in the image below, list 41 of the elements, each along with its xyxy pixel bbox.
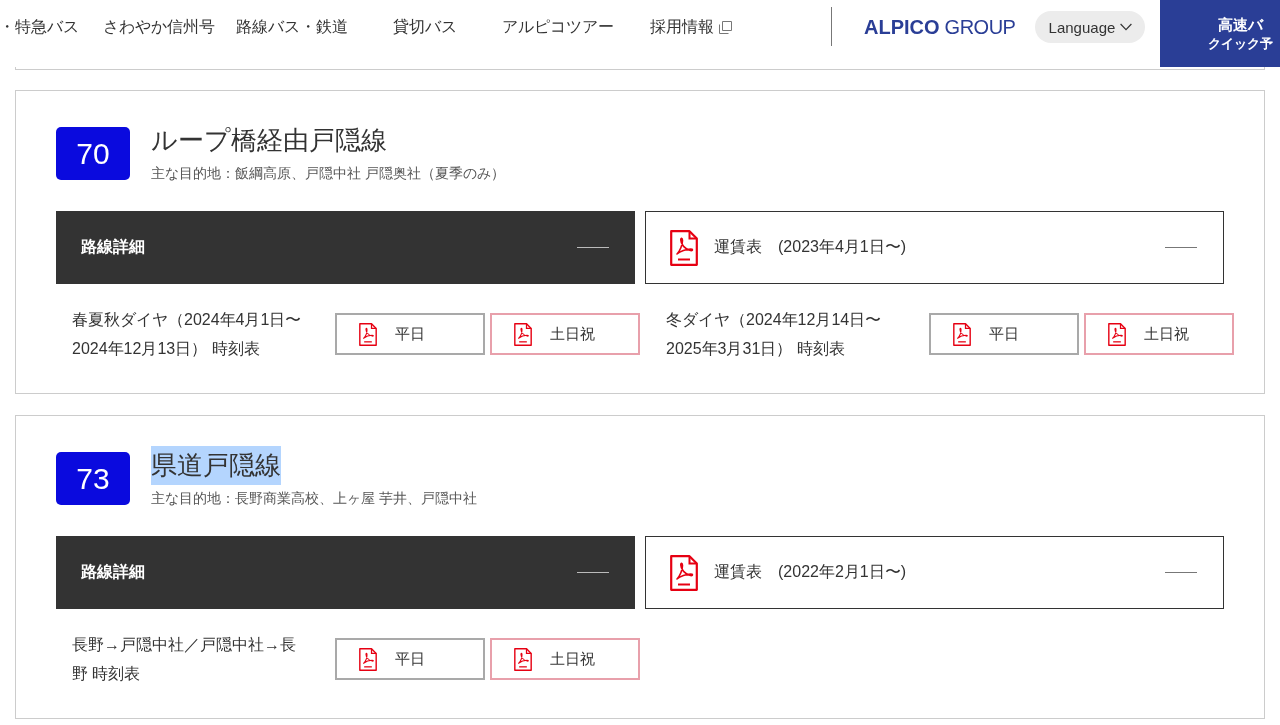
- document-icon: [514, 647, 532, 671]
- minus-icon: [577, 572, 609, 573]
- accordion-toggle[interactable]: 路線詳細: [56, 536, 635, 609]
- document-icon: [670, 554, 698, 591]
- document-icon: [953, 322, 971, 346]
- timetable-button[interactable]: 平日: [335, 313, 485, 355]
- nav-link[interactable]: さわやか信州号: [92, 17, 225, 37]
- minus-icon: [1165, 247, 1197, 248]
- minus-icon: [577, 247, 609, 248]
- nav-link[interactable]: ・特急バス: [0, 17, 92, 37]
- timetable-label: 長野→戸隠中社／戸隠中社→長野 時刻表: [71, 635, 297, 684]
- destinations-text: 主な目的地：長野商業高校、上ヶ屋 芋井、戸隠中社: [151, 489, 477, 508]
- timetable-label: 春夏秋ダイヤ（2024年4月1日〜2024年12月13日） 時刻表: [71, 310, 303, 359]
- document-icon: [670, 229, 698, 266]
- timetable-button[interactable]: 土日祝: [490, 638, 640, 680]
- document-icon: [359, 322, 377, 346]
- nav-link[interactable]: 路線バス・鉄道: [225, 17, 358, 37]
- destinations-text: 主な目的地：飯綱高原、戸隠中社 戸隠奥社（夏季のみ）: [151, 164, 505, 183]
- route-title: 県道戸隠線: [151, 446, 281, 485]
- nav-link[interactable]: アルピコツアー: [491, 17, 624, 37]
- route-number-badge: 73: [56, 452, 130, 505]
- timetable-button[interactable]: 平日: [335, 638, 485, 680]
- timetable-label: 冬ダイヤ（2024年12月14日〜2025年3月31日） 時刻表: [665, 310, 883, 359]
- timetable-button[interactable]: 平日: [929, 313, 1079, 355]
- fare-table-link[interactable]: 運賃表 (2023年4月1日〜): [645, 211, 1224, 284]
- fare-table-link[interactable]: 運賃表 (2022年2月1日〜): [645, 536, 1224, 609]
- chevron-down-icon: [1120, 23, 1133, 31]
- timetable-button[interactable]: 土日祝: [1084, 313, 1234, 355]
- language-button[interactable]: Language: [1035, 11, 1146, 43]
- document-icon: [359, 647, 377, 671]
- accordion-toggle[interactable]: 路線詳細: [56, 211, 635, 284]
- minus-icon: [1165, 572, 1197, 573]
- nav-link[interactable]: 採用情報: [624, 17, 757, 37]
- route-title: ループ橋経由戸隠線: [151, 124, 387, 157]
- nav-link[interactable]: 貸切バス: [358, 17, 491, 37]
- document-icon: [514, 322, 532, 346]
- timetable-button[interactable]: 土日祝: [490, 313, 640, 355]
- document-icon: [1108, 322, 1126, 346]
- route-number-badge: 70: [56, 127, 130, 180]
- quick-booking-button[interactable]: 高速バ クイック予: [1160, 0, 1280, 67]
- logo[interactable]: ALPICO GROUP: [864, 15, 1016, 39]
